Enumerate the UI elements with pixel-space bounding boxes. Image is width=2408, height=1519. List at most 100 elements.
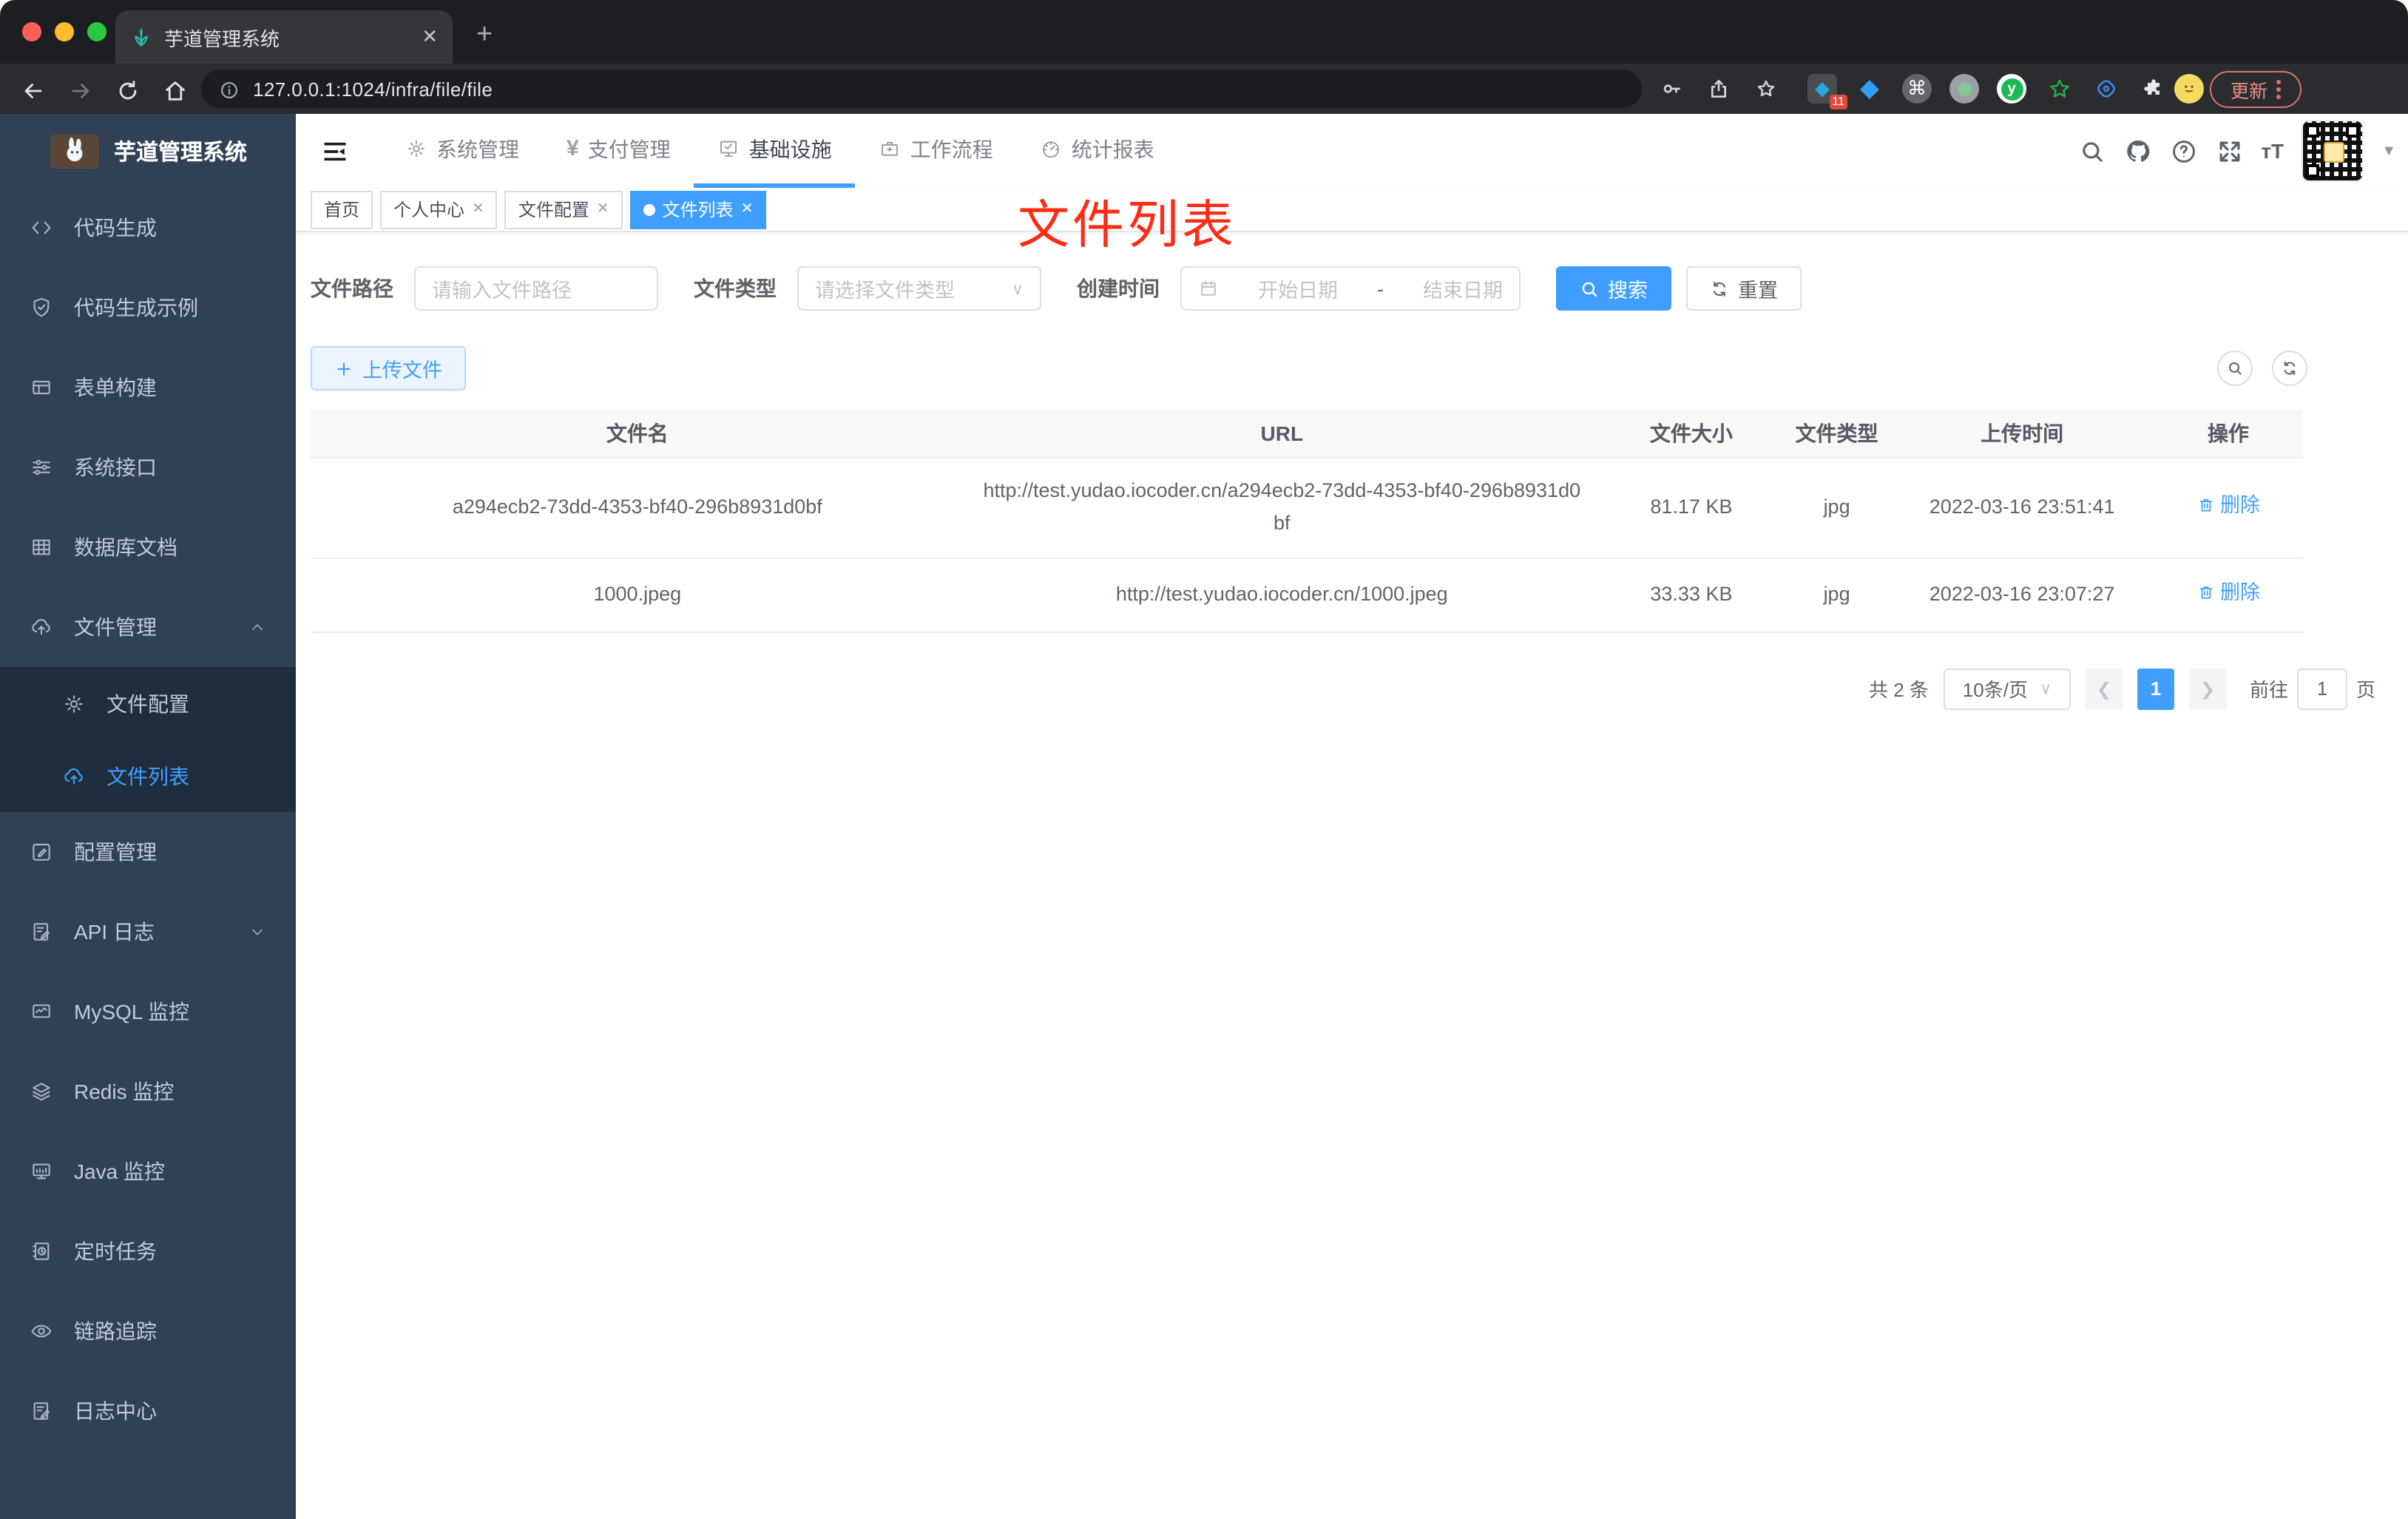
app-title: 芋道管理系统: [114, 140, 248, 165]
close-window-button[interactable]: [22, 22, 41, 41]
sidebar-item-代码生成[interactable]: 代码生成: [0, 188, 296, 268]
help-question-icon[interactable]: [2169, 137, 2197, 165]
date-range-picker[interactable]: 开始日期 - 结束日期: [1180, 266, 1521, 311]
delete-button[interactable]: 删除: [2196, 490, 2260, 522]
extension-y-icon[interactable]: y: [1997, 74, 2026, 104]
tag-首页[interactable]: 首页: [311, 190, 373, 229]
refresh-table-button[interactable]: [2272, 351, 2307, 386]
browser-menu-icon[interactable]: [2276, 80, 2281, 99]
toggle-search-button[interactable]: [2217, 351, 2253, 386]
start-date-input[interactable]: 开始日期: [1258, 274, 1338, 303]
sidebar-item-label: 定时任务: [74, 1239, 157, 1263]
sidebar-item-代码生成示例[interactable]: 代码生成示例: [0, 268, 296, 348]
extensions-puzzle-icon[interactable]: [2139, 74, 2168, 104]
tag-label: 文件配置: [518, 200, 589, 220]
tag-close-icon[interactable]: ✕: [741, 201, 754, 217]
password-key-icon[interactable]: [1660, 75, 1683, 102]
tab-close-icon[interactable]: ✕: [422, 25, 438, 49]
extension-star-icon[interactable]: [2044, 74, 2074, 104]
table-header-row: 文件名 URL 文件大小 文件类型 上传时间 操作: [311, 410, 2303, 458]
monitor-icon: [30, 1160, 53, 1183]
tag-文件配置[interactable]: 文件配置 ✕: [504, 190, 623, 229]
gear-icon: [405, 138, 427, 160]
end-date-input[interactable]: 结束日期: [1423, 274, 1503, 303]
tag-label: 个人中心: [393, 200, 465, 220]
app-logo[interactable]: 芋道管理系统: [0, 114, 296, 188]
zoom-window-button[interactable]: [87, 22, 106, 41]
sidebar-item-label: 文件管理: [74, 615, 157, 639]
site-info-icon[interactable]: [219, 77, 240, 101]
cell-url: http://test.yudao.iocoder.cn/a294ecb2-73…: [964, 457, 1600, 558]
extension-dot-icon[interactable]: [1949, 74, 1979, 104]
extension-tabs-icon[interactable]: ◆ 11: [1807, 74, 1847, 109]
sidebar-item-Java 监控[interactable]: Java 监控: [0, 1131, 296, 1211]
search-button[interactable]: 搜索: [1556, 266, 1671, 311]
next-page-button[interactable]: ❯: [2188, 668, 2226, 709]
browser-update-button[interactable]: 更新: [2210, 71, 2302, 108]
reset-button[interactable]: 重置: [1686, 266, 1802, 311]
sidebar-item-Redis 监控[interactable]: Redis 监控: [0, 1052, 296, 1131]
sliders-icon: [30, 456, 53, 479]
sidebar-item-API 日志[interactable]: API 日志: [0, 892, 296, 972]
tag-个人中心[interactable]: 个人中心 ✕: [380, 190, 498, 229]
sidebar-item-文件列表[interactable]: 文件列表: [0, 740, 296, 812]
collapse-sidebar-icon[interactable]: [308, 124, 361, 177]
tag-close-icon[interactable]: ✕: [472, 201, 484, 217]
sidebar-item-表单构建[interactable]: 表单构建: [0, 348, 296, 427]
sidebar-item-日志中心[interactable]: 日志中心: [0, 1371, 296, 1451]
extension-gem-icon[interactable]: ◆: [1855, 74, 1884, 104]
goto-page-input[interactable]: 1: [2296, 668, 2347, 709]
sidebar-item-数据库文档[interactable]: 数据库文档: [0, 507, 296, 587]
prev-page-button[interactable]: ❮: [2085, 668, 2123, 709]
sidebar-item-链路追踪[interactable]: 链路追踪: [0, 1291, 296, 1371]
sidebar-item-文件配置[interactable]: 文件配置: [0, 667, 296, 740]
sidebar-item-文件管理[interactable]: 文件管理: [0, 587, 296, 667]
topnav-item-支付管理[interactable]: ¥ 支付管理: [543, 114, 694, 188]
minimize-window-button[interactable]: [55, 22, 74, 41]
current-page[interactable]: 1: [2137, 668, 2174, 709]
new-tab-button[interactable]: +: [476, 16, 493, 55]
font-size-icon[interactable]: ᴛT: [2261, 139, 2284, 163]
topnav-item-系统管理[interactable]: 系统管理: [382, 114, 543, 188]
profile-emoji-icon[interactable]: [2174, 74, 2204, 104]
extension-eye-icon[interactable]: [2091, 74, 2121, 104]
tag-close-icon[interactable]: ✕: [597, 201, 609, 217]
forward-icon[interactable]: [68, 75, 93, 105]
delete-button[interactable]: 删除: [2196, 577, 2260, 609]
file-type-select[interactable]: 请选择文件类型 ∨: [797, 266, 1041, 311]
sidebar-item-label: 系统接口: [74, 456, 157, 479]
address-bar[interactable]: 127.0.0.1:1024/infra/file/file: [201, 70, 1642, 108]
page-size-select[interactable]: 10条/页 ∨: [1943, 668, 2071, 709]
file-path-input[interactable]: 请输入文件路径: [414, 266, 658, 311]
bookmark-star-icon[interactable]: [1754, 75, 1778, 102]
upload-file-button[interactable]: 上传文件: [311, 346, 466, 390]
reload-icon[interactable]: [115, 75, 141, 105]
create-time-label: 创建时间: [1077, 277, 1160, 300]
sidebar: 芋道管理系统 代码生成 代码生成示例 表单构建系统接口数据库文档文件管理文件配置 文件…: [0, 114, 296, 1519]
share-icon[interactable]: [1707, 75, 1731, 102]
cell-size: 81.17 KB: [1600, 457, 1783, 558]
cell-size: 33.33 KB: [1600, 558, 1783, 632]
sidebar-item-MySQL 监控[interactable]: MySQL 监控: [0, 972, 296, 1052]
sidebar-item-定时任务[interactable]: 定时任务: [0, 1211, 296, 1291]
sidebar-item-系统接口[interactable]: 系统接口: [0, 427, 296, 507]
window-controls[interactable]: [22, 22, 106, 41]
annotation-overlay-text: 文件列表: [1018, 197, 1237, 254]
fullscreen-icon[interactable]: [2215, 137, 2243, 165]
sidebar-item-配置管理[interactable]: 配置管理: [0, 812, 296, 892]
topnav-item-工作流程[interactable]: 工作流程: [856, 114, 1017, 188]
avatar-caret-down-icon[interactable]: ▼: [2381, 143, 2396, 159]
user-avatar[interactable]: [2302, 120, 2364, 182]
cell-time: 2022-03-16 23:07:27: [1890, 558, 2154, 632]
tag-文件列表[interactable]: 文件列表 ✕: [629, 190, 767, 229]
back-icon[interactable]: [21, 75, 46, 105]
extension-command-icon[interactable]: ⌘: [1902, 74, 1932, 104]
home-icon[interactable]: [163, 75, 188, 105]
browser-tab[interactable]: 芋道管理系统 ✕: [115, 10, 453, 64]
topnav-item-统计报表[interactable]: 统计报表: [1017, 114, 1178, 188]
topnav-item-基础设施[interactable]: 基础设施: [694, 114, 856, 188]
search-icon[interactable]: [2077, 137, 2106, 165]
sidebar-item-label: 链路追踪: [74, 1319, 157, 1343]
search-icon: [1580, 279, 1599, 298]
github-icon[interactable]: [2123, 137, 2151, 165]
